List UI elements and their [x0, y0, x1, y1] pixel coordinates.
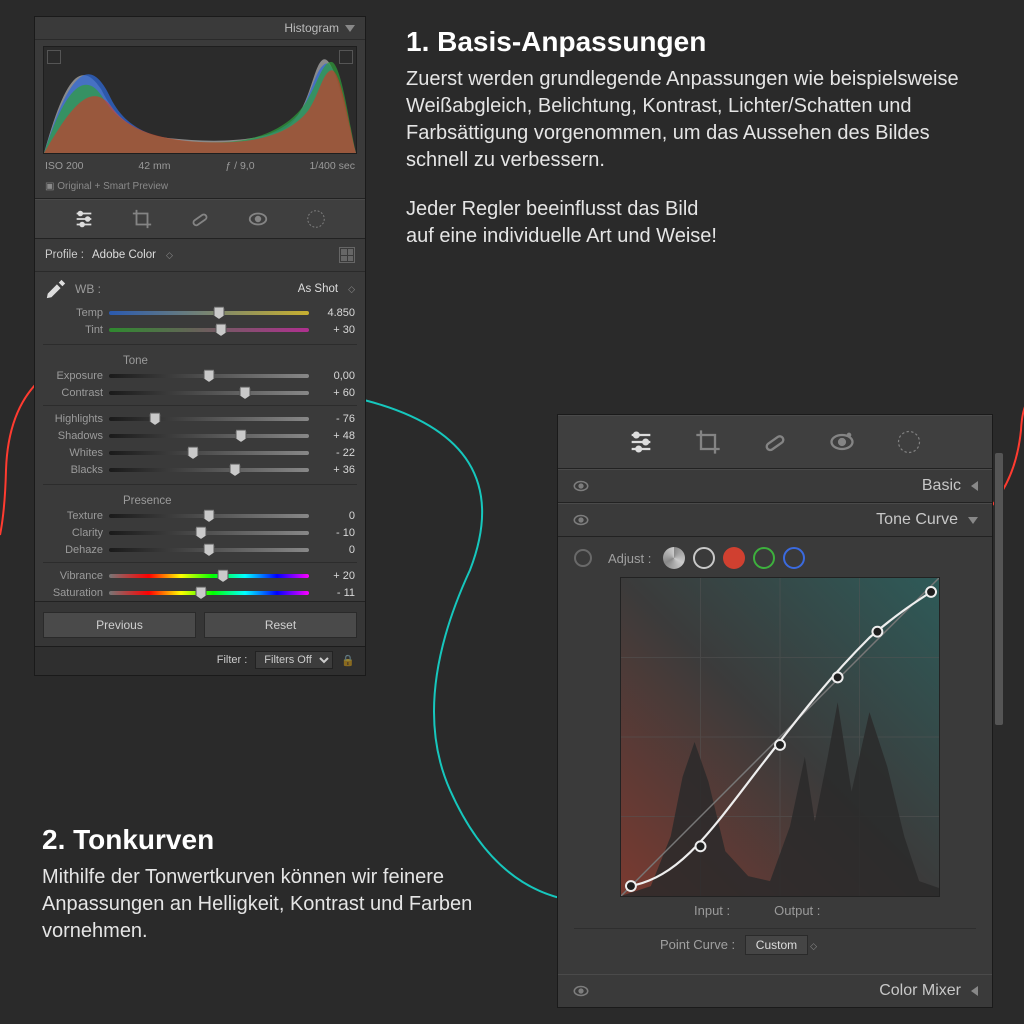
slider-shadows[interactable]: Shadows + 48: [35, 427, 365, 444]
explain-basis-body2: Jeder Regler beeinflusst das Bild auf ei…: [406, 196, 996, 250]
crop-icon[interactable]: [694, 428, 722, 456]
histogram[interactable]: [43, 46, 357, 154]
presence-title: Presence: [35, 491, 365, 507]
tone-curve-graph[interactable]: [620, 577, 940, 897]
channel-rgb-icon[interactable]: [693, 547, 715, 569]
chevron-down-icon: [345, 25, 355, 32]
curve-area: Adjust :: [558, 537, 992, 974]
slider-tint[interactable]: Tint + 30: [35, 321, 365, 338]
redeye-icon[interactable]: [828, 428, 856, 456]
pointcurve-label: Point Curve :: [660, 937, 735, 952]
channel-red-icon[interactable]: [723, 547, 745, 569]
slider-dehaze[interactable]: Dehaze 0: [35, 541, 365, 558]
eye-icon[interactable]: [572, 477, 590, 495]
channel-blue-icon[interactable]: [783, 547, 805, 569]
panel-scrollbar[interactable]: [994, 415, 1004, 1007]
healing-brush-icon[interactable]: [189, 208, 211, 230]
explain-tonkurven-title: 2. Tonkurven: [42, 824, 502, 856]
explain-tonkurven: 2. Tonkurven Mithilfe der Tonwertkurven …: [42, 824, 502, 945]
point-curve-row[interactable]: Point Curve : Custom◇: [574, 928, 976, 966]
curve-input-label: Input :: [694, 903, 730, 918]
slider-clarity[interactable]: Clarity - 10: [35, 524, 365, 541]
slider-texture[interactable]: Texture 0: [35, 507, 365, 524]
edit-sliders-icon[interactable]: [627, 428, 655, 456]
filter-row[interactable]: Filter : Filters Off 🔒: [35, 646, 365, 675]
healing-brush-icon[interactable]: [761, 428, 789, 456]
eye-icon[interactable]: [572, 982, 590, 1000]
slider-exposure[interactable]: Exposure 0,00: [35, 367, 365, 384]
tonecurve-panel: Basic Tone Curve Adjust :: [557, 414, 993, 1008]
chevron-left-icon: [971, 481, 978, 491]
clip-shadows-icon[interactable]: [47, 50, 61, 64]
basic-section-header[interactable]: Basic: [558, 469, 992, 503]
clip-highlights-icon[interactable]: [339, 50, 353, 64]
wb-value[interactable]: As Shot: [298, 283, 338, 295]
explain-basis-title: 1. Basis-Anpassungen: [406, 26, 996, 58]
basic-label: Basic: [922, 477, 961, 495]
explain-basis-body1: Zuerst werden grundlegende Anpassungen w…: [406, 66, 996, 174]
chevron-down-icon: [968, 517, 978, 524]
edit-sliders-icon[interactable]: [73, 208, 95, 230]
colormixer-section-header[interactable]: Color Mixer: [558, 974, 992, 1007]
exif-aperture: ƒ / 9,0: [225, 160, 254, 172]
masking-icon[interactable]: [895, 428, 923, 456]
exif-row: ISO 200 42 mm ƒ / 9,0 1/400 sec: [35, 158, 365, 178]
exif-shutter: 1/400 sec: [309, 160, 355, 172]
wb-row: WB : As Shot◇: [35, 272, 365, 304]
tone-title: Tone: [35, 351, 365, 367]
slider-saturation[interactable]: Saturation - 11: [35, 584, 365, 601]
histogram-header[interactable]: Histogram: [35, 17, 365, 40]
chevron-left-icon: [971, 986, 978, 996]
profile-value[interactable]: Adobe Color: [92, 249, 156, 261]
explain-basis: 1. Basis-Anpassungen Zuerst werden grund…: [406, 26, 996, 250]
pointcurve-value[interactable]: Custom: [745, 935, 808, 955]
exif-iso: ISO 200: [45, 160, 84, 172]
eye-icon[interactable]: [572, 511, 590, 529]
tonecurve-label: Tone Curve: [876, 511, 958, 529]
profile-row[interactable]: Profile : Adobe Color◇: [35, 239, 365, 272]
slider-highlights[interactable]: Highlights - 76: [35, 410, 365, 427]
filter-select[interactable]: Filters Off: [255, 651, 333, 669]
tool-strip: [35, 199, 365, 239]
curve-output-label: Output :: [774, 903, 820, 918]
redeye-icon[interactable]: [247, 208, 269, 230]
channel-green-icon[interactable]: [753, 547, 775, 569]
reset-button[interactable]: Reset: [204, 612, 357, 638]
develop-panel: Histogram ISO 200 42 mm ƒ / 9,0 1/400 se…: [34, 16, 366, 676]
slider-temp[interactable]: Temp 4.850: [35, 304, 365, 321]
slider-whites[interactable]: Whites - 22: [35, 444, 365, 461]
colormixer-label: Color Mixer: [879, 982, 961, 1000]
channel-parametric-icon[interactable]: [663, 547, 685, 569]
masking-icon[interactable]: [305, 208, 327, 230]
wb-label: WB :: [75, 282, 101, 296]
slider-blacks[interactable]: Blacks + 36: [35, 461, 365, 478]
exif-focal: 42 mm: [138, 160, 170, 172]
slider-vibrance[interactable]: Vibrance + 20: [35, 567, 365, 584]
tonecurve-section-header[interactable]: Tone Curve: [558, 503, 992, 537]
crop-icon[interactable]: [131, 208, 153, 230]
profile-label: Profile :: [45, 249, 84, 261]
tool-strip-right: [558, 415, 992, 469]
lock-icon[interactable]: 🔒: [341, 654, 355, 667]
adjust-label: Adjust :: [608, 551, 651, 566]
explain-tonkurven-body: Mithilfe der Tonwertkurven können wir fe…: [42, 864, 502, 945]
adjust-row: Adjust :: [574, 547, 976, 569]
previous-button[interactable]: Previous: [43, 612, 196, 638]
profile-browser-icon[interactable]: [339, 247, 355, 263]
filter-label: Filter :: [217, 654, 248, 666]
histogram-label: Histogram: [284, 21, 339, 35]
targeted-adjust-icon[interactable]: [574, 549, 592, 567]
slider-contrast[interactable]: Contrast + 60: [35, 384, 365, 401]
eyedropper-icon[interactable]: [45, 278, 67, 300]
preview-mode[interactable]: Original + Smart Preview: [35, 178, 365, 199]
